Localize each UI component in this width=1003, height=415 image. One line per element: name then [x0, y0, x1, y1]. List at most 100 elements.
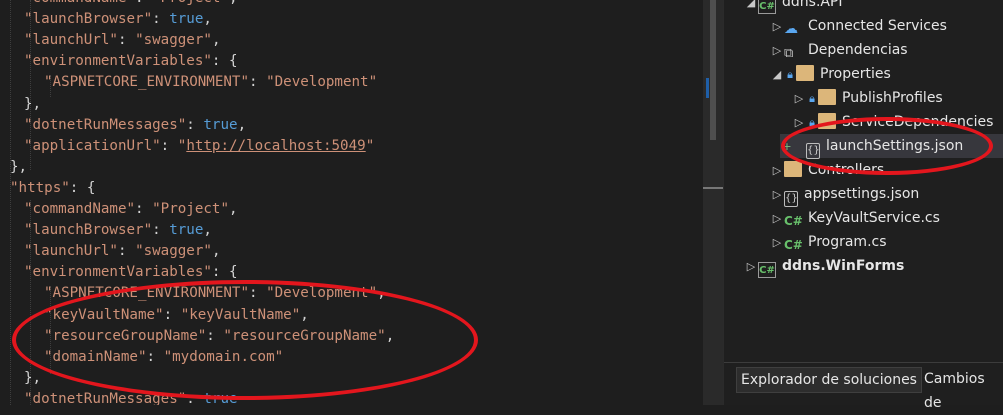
tree-item-label: ServiceDependencies: [842, 114, 994, 130]
dependencies-icon: ⧉: [784, 46, 794, 61]
punctuation: ,: [229, 0, 238, 6]
tree-item[interactable]: ▷ ☁ Connected Services: [770, 14, 947, 38]
code-line[interactable]: "resourceGroupName": "resourceGroupName"…: [44, 325, 394, 347]
collapsed-chevron-icon[interactable]: ▷: [770, 15, 784, 39]
tree-item[interactable]: ▷ C# Program.cs: [770, 230, 887, 254]
tree-item[interactable]: ▷ C# KeyVaultService.cs: [770, 206, 940, 230]
punctuation: ,: [237, 116, 247, 133]
json-string: "Development": [266, 74, 378, 91]
code-line[interactable]: "https": {: [10, 177, 95, 199]
json-file-icon: {}: [806, 143, 820, 159]
punctuation: :: [249, 74, 267, 91]
punctuation: ,: [203, 222, 212, 239]
json-key: "launchUrl": [24, 32, 118, 49]
tree-item[interactable]: ▷ ⧉ Dependencias: [770, 38, 908, 62]
code-line[interactable]: "dotnetRunMessages": true: [24, 388, 238, 405]
json-string: "swagger": [135, 32, 212, 49]
lock-icon: 🔒︎: [787, 68, 793, 81]
code-line[interactable]: "keyVaultName": "keyVaultName",: [44, 304, 309, 326]
folder-icon: [818, 113, 836, 129]
tab-solution-explorer[interactable]: Explorador de soluciones: [736, 367, 922, 393]
json-key: "environmentVariables": [24, 264, 212, 281]
tree-item[interactable]: ▷ C# ddns.WinForms: [744, 254, 904, 278]
tree-item-label: PublishProfiles: [842, 90, 943, 106]
tree-item[interactable]: ◢ 🔒︎ Properties: [770, 62, 891, 86]
punctuation: :: [163, 306, 181, 323]
collapsed-chevron-icon[interactable]: ▷: [792, 111, 806, 135]
tab-changes[interactable]: Cambios de: [920, 367, 1003, 411]
change-marker: [706, 78, 709, 98]
tree-item[interactable]: ▷{} appsettings.json: [770, 182, 920, 207]
json-key: "dotnetRunMessages": [24, 116, 187, 133]
code-editor[interactable]: "commandName": "Project","launchBrowser"…: [0, 0, 703, 405]
json-key: "resourceGroupName": [44, 327, 207, 344]
collapsed-chevron-icon[interactable]: ▷: [770, 183, 784, 207]
tree-item[interactable]: ◢ C# ddns.API: [744, 0, 843, 14]
csharp-file-icon: C#: [784, 214, 803, 228]
scrollbar-thumb[interactable]: [710, 0, 716, 140]
code-line[interactable]: "environmentVariables": {: [24, 50, 238, 72]
code-line[interactable]: },: [24, 367, 41, 389]
json-string: "mydomain.com": [163, 348, 284, 365]
json-key: "ASPNETCORE_ENVIRONMENT": [44, 74, 249, 91]
collapsed-chevron-icon[interactable]: ▷: [770, 207, 784, 231]
code-line[interactable]: },: [10, 156, 27, 178]
collapsed-chevron-icon[interactable]: ▷: [770, 159, 784, 183]
tree-item[interactable]: ▷ 🔒︎ PublishProfiles: [792, 86, 943, 110]
tree-item-label: Properties: [820, 66, 891, 82]
tree-item-label: ddns.WinForms: [782, 258, 905, 274]
punctuation: :: [206, 327, 224, 344]
connected-services-icon: ☁: [784, 21, 798, 37]
code-line[interactable]: "launchUrl": "swagger",: [24, 240, 220, 262]
code-line[interactable]: "commandName": "Project",: [24, 198, 238, 220]
expanded-chevron-icon[interactable]: ◢: [770, 63, 784, 87]
tree-item-label: Dependencias: [808, 42, 908, 58]
code-line[interactable]: "environmentVariables": {: [24, 261, 238, 283]
tree-item[interactable]: + {} launchSettings.json: [780, 134, 1003, 159]
expanded-chevron-icon[interactable]: ◢: [744, 0, 758, 15]
punctuation: ,: [300, 306, 309, 323]
json-key: "applicationUrl": [24, 137, 161, 154]
punctuation: :: [186, 116, 204, 133]
json-boolean: true: [169, 11, 204, 28]
url-link[interactable]: http://localhost:5049: [186, 138, 365, 154]
json-key: "keyVaultName": [44, 306, 164, 323]
json-file-icon: {}: [784, 191, 798, 207]
json-key: "launchUrl": [24, 243, 118, 260]
collapsed-chevron-icon[interactable]: ▷: [744, 255, 758, 279]
json-key: "launchBrowser": [24, 222, 153, 239]
code-line[interactable]: "launchBrowser": true,: [24, 219, 212, 241]
properties-folder-icon: [796, 65, 814, 81]
json-key: "commandName": [24, 0, 135, 6]
punctuation: : {: [211, 53, 238, 70]
code-line[interactable]: "applicationUrl": "http://localhost:5049…: [24, 135, 374, 157]
collapsed-chevron-icon[interactable]: ▷: [792, 87, 806, 111]
code-line[interactable]: "launchBrowser": true,: [24, 8, 212, 30]
indent-guide: [10, 0, 11, 405]
csharp-project-icon: C#: [758, 262, 776, 278]
punctuation: :: [135, 201, 153, 217]
tree-item[interactable]: ▷ 🔒︎ ServiceDependencies: [792, 110, 993, 134]
collapsed-chevron-icon[interactable]: ▷: [770, 39, 784, 63]
code-line[interactable]: "domainName": "mydomain.com": [44, 346, 283, 368]
code-line[interactable]: "launchUrl": "swagger",: [24, 29, 220, 51]
solution-explorer-tabs: Explorador de soluciones Cambios de: [724, 362, 1003, 411]
code-line[interactable]: "ASPNETCORE_ENVIRONMENT": "Development": [44, 71, 377, 93]
code-line[interactable]: "ASPNETCORE_ENVIRONMENT": "Development",: [44, 282, 386, 304]
code-line[interactable]: "dotnetRunMessages": true,: [24, 114, 246, 136]
tree-item[interactable]: ▷ Controllers: [770, 158, 884, 182]
json-key: "domainName": [44, 348, 147, 365]
lock-icon: 🔒︎: [809, 116, 815, 129]
punctuation: ,: [203, 11, 212, 28]
punctuation: ,: [211, 32, 221, 49]
code-line[interactable]: },: [24, 93, 41, 115]
punctuation: },: [24, 369, 42, 386]
tree-item-label: appsettings.json: [804, 186, 920, 202]
json-string: "Project": [152, 201, 230, 217]
csharp-file-icon: C#: [784, 238, 803, 252]
editor-scrollbar[interactable]: [703, 0, 723, 405]
json-boolean: true: [169, 222, 204, 239]
punctuation: : {: [211, 264, 238, 281]
collapsed-chevron-icon[interactable]: ▷: [770, 231, 784, 255]
punctuation: ,: [211, 243, 221, 260]
